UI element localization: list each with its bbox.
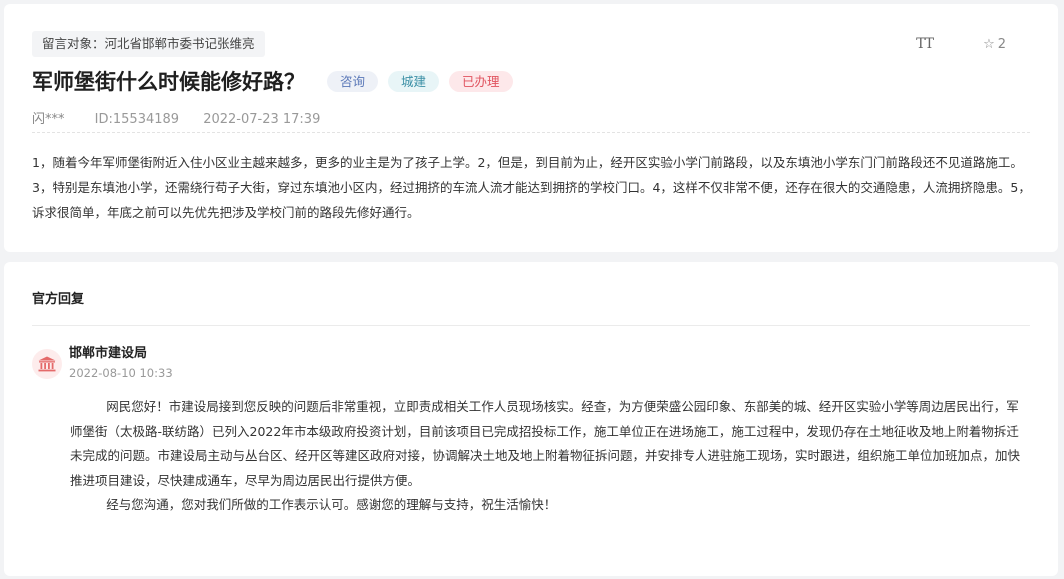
- message-target-name: 河北省邯郸市委书记张维亮: [104, 36, 255, 51]
- message-target-label: 留言对象：: [42, 36, 105, 51]
- message-target: 留言对象：河北省邯郸市委书记张维亮: [32, 31, 265, 57]
- reply-section-title: 官方回复: [32, 292, 85, 307]
- reply-info: 邯郸市建设局 2022-08-10 10:33: [69, 344, 173, 382]
- question-meta: 闪*** ID:15534189 2022-07-23 17:39: [32, 108, 340, 127]
- reply-content: 网民您好！市建设局接到您反映的问题后非常重视，立即责成相关工作人员现场核实。经查…: [70, 395, 1030, 518]
- question-card: 留言对象：河北省邯郸市委书记张维亮 TT ☆ 2 军师堡街什么时候能修好路？ 咨…: [4, 4, 1058, 252]
- reply-paragraph: 经与您沟通，您对我们所做的工作表示认可。感谢您的理解与支持，祝生活愉快！: [106, 497, 557, 512]
- question-content: 1，随着今年军师堡街附近入住小区业主越来越多，更多的业主是为了孩子上学。2，但是…: [32, 155, 1031, 220]
- star-icon: ☆: [983, 36, 995, 52]
- font-size-button[interactable]: TT: [916, 36, 934, 52]
- author-name: 闪***: [32, 112, 65, 127]
- page-title: 军师堡街什么时候能修好路？: [32, 70, 305, 94]
- reply-paragraph: 网民您好！市建设局接到您反映的问题后非常重视，立即责成相关工作人员现场核实。经查…: [70, 399, 1021, 488]
- avatar: [32, 349, 62, 379]
- reply-card: 官方回复 邯郸市建设局 2022-08-10 10:33 网民您好！市建设局接到…: [4, 262, 1058, 576]
- status-badge: 已办理: [449, 70, 513, 92]
- question-datetime: 2022-07-23 17:39: [203, 112, 321, 127]
- reply-department: 邯郸市建设局: [69, 346, 148, 361]
- question-id: ID:15534189: [94, 112, 180, 127]
- title-row: 军师堡街什么时候能修好路？ 咨询 城建 已办理: [32, 66, 523, 96]
- tag-construction: 城建: [388, 70, 440, 92]
- favorite-button[interactable]: ☆ 2: [983, 37, 1006, 52]
- divider: [32, 325, 1030, 326]
- favorite-count: 2: [997, 36, 1006, 52]
- reply-datetime: 2022-08-10 10:33: [69, 366, 173, 380]
- tag-consult: 咨询: [327, 70, 379, 92]
- divider: [32, 132, 1030, 133]
- toolbar: TT ☆ 2: [916, 36, 1006, 52]
- government-building-icon: [38, 356, 56, 372]
- reply-header: 邯郸市建设局 2022-08-10 10:33: [32, 344, 173, 382]
